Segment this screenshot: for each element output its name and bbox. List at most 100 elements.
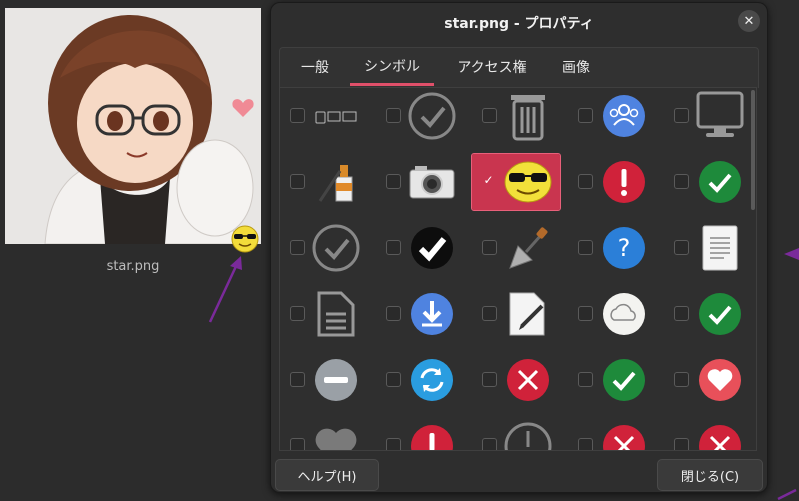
emblem-devices[interactable] <box>280 88 368 144</box>
important-icon <box>406 420 458 450</box>
emblem-heart[interactable] <box>664 352 752 408</box>
checkbox[interactable] <box>386 438 401 450</box>
checkbox[interactable] <box>482 372 497 387</box>
checkbox[interactable] <box>578 306 593 321</box>
sync-icon <box>406 354 458 406</box>
help-button[interactable]: ヘルプ(H) <box>275 459 379 491</box>
emblem-camera[interactable] <box>376 154 464 210</box>
emblem-cloud[interactable] <box>568 286 656 342</box>
emblem-document[interactable] <box>664 220 752 276</box>
checkbox[interactable] <box>482 240 497 255</box>
check-green-icon <box>694 288 746 340</box>
emblem-question[interactable]: ? <box>568 220 656 276</box>
checkbox[interactable] <box>482 438 497 450</box>
emblem-monitor[interactable] <box>664 88 752 144</box>
emblem-group[interactable] <box>568 88 656 144</box>
emblem-trash[interactable] <box>472 88 560 144</box>
pointer-arrow-left <box>208 256 242 323</box>
checkbox-checked[interactable]: ✓ <box>482 174 495 187</box>
tab-image[interactable]: 画像 <box>548 48 604 86</box>
important-icon <box>598 156 650 208</box>
emblem-minus[interactable] <box>280 352 368 408</box>
titlebar[interactable]: star.png - プロパティ ✕ <box>271 3 767 41</box>
checkbox[interactable] <box>674 240 689 255</box>
cloud-icon <box>598 288 650 340</box>
image-thumbnail[interactable] <box>5 8 261 244</box>
emblem-cross-red-3[interactable] <box>664 418 752 450</box>
dialog-title: star.png - プロパティ <box>444 16 594 32</box>
checkbox[interactable] <box>674 174 689 189</box>
monitor-icon <box>694 90 746 142</box>
emblem-paint[interactable] <box>280 154 368 210</box>
anime-girl-image <box>5 8 261 244</box>
checkbox[interactable] <box>578 174 593 189</box>
checkbox[interactable] <box>578 438 593 450</box>
checkbox[interactable] <box>290 306 305 321</box>
question-icon: ? <box>598 222 650 274</box>
checkbox[interactable] <box>674 108 689 123</box>
emblem-cross-red-2[interactable] <box>568 418 656 450</box>
emblem-important-2[interactable] <box>376 418 464 450</box>
checkbox[interactable] <box>386 108 401 123</box>
check-green-icon <box>694 156 746 208</box>
emblem-sync[interactable] <box>376 352 464 408</box>
cross-red-icon <box>502 354 554 406</box>
emblem-check-green[interactable] <box>664 154 752 210</box>
check-outline-icon <box>406 90 458 142</box>
checkbox[interactable] <box>290 240 305 255</box>
checkbox[interactable] <box>386 240 401 255</box>
checkbox[interactable] <box>674 372 689 387</box>
svg-text:?: ? <box>618 234 631 262</box>
checkbox[interactable] <box>482 108 497 123</box>
emblem-important[interactable] <box>568 154 656 210</box>
emblem-check-circle-gray[interactable] <box>280 220 368 276</box>
checkbox[interactable] <box>386 306 401 321</box>
emblem-download[interactable] <box>376 286 464 342</box>
emblem-cross-red[interactable] <box>472 352 560 408</box>
checkbox[interactable] <box>386 174 401 189</box>
checkbox[interactable] <box>290 372 305 387</box>
check-green-icon <box>598 354 650 406</box>
scrollbar[interactable] <box>751 90 755 210</box>
checkbox[interactable] <box>290 174 305 189</box>
emblem-check-green-2[interactable] <box>664 286 752 342</box>
emblem-trowel[interactable] <box>472 220 560 276</box>
check-black-icon <box>406 222 458 274</box>
tab-general[interactable]: 一般 <box>288 48 342 86</box>
edit-document-icon <box>502 288 554 340</box>
emblem-file[interactable] <box>280 286 368 342</box>
emblem-check-green-3[interactable] <box>568 352 656 408</box>
cool-smiley-icon <box>502 156 554 208</box>
cool-smiley-emblem-badge <box>229 224 261 258</box>
checkbox[interactable] <box>290 438 305 450</box>
checkbox[interactable] <box>290 108 305 123</box>
emblem-cool-smiley[interactable]: ✓ <box>471 153 561 211</box>
emblem-check-black[interactable] <box>376 220 464 276</box>
checkbox[interactable] <box>674 306 689 321</box>
tab-bar: 一般 シンボル アクセス権 画像 <box>279 47 759 88</box>
cross-red-icon <box>598 420 650 450</box>
trowel-icon <box>502 222 554 274</box>
check-circle-gray-icon <box>310 222 362 274</box>
emblem-check-outline[interactable] <box>376 88 464 144</box>
tab-emblems[interactable]: シンボル <box>350 48 434 86</box>
checkbox[interactable] <box>578 108 593 123</box>
emblem-heart-gray[interactable] <box>280 418 368 450</box>
checkbox[interactable] <box>578 372 593 387</box>
checkbox[interactable] <box>674 438 689 450</box>
group-icon <box>598 90 650 142</box>
emblem-edit-document[interactable] <box>472 286 560 342</box>
close-window-button[interactable]: ✕ <box>738 10 760 32</box>
pointer-arrow-bottom <box>777 488 797 501</box>
emblem-grid[interactable]: ✓ ? <box>279 87 757 451</box>
camera-icon <box>406 156 458 208</box>
emblem-clock[interactable] <box>472 418 560 450</box>
close-button[interactable]: 閉じる(C) <box>657 459 763 491</box>
checkbox[interactable] <box>386 372 401 387</box>
cross-red-icon <box>694 420 746 450</box>
properties-dialog: star.png - プロパティ ✕ 一般 シンボル アクセス権 画像 ✓ ? … <box>270 2 768 493</box>
checkbox[interactable] <box>578 240 593 255</box>
tab-permissions[interactable]: アクセス権 <box>444 48 540 86</box>
paint-brush-icon <box>310 156 362 208</box>
checkbox[interactable] <box>482 306 497 321</box>
